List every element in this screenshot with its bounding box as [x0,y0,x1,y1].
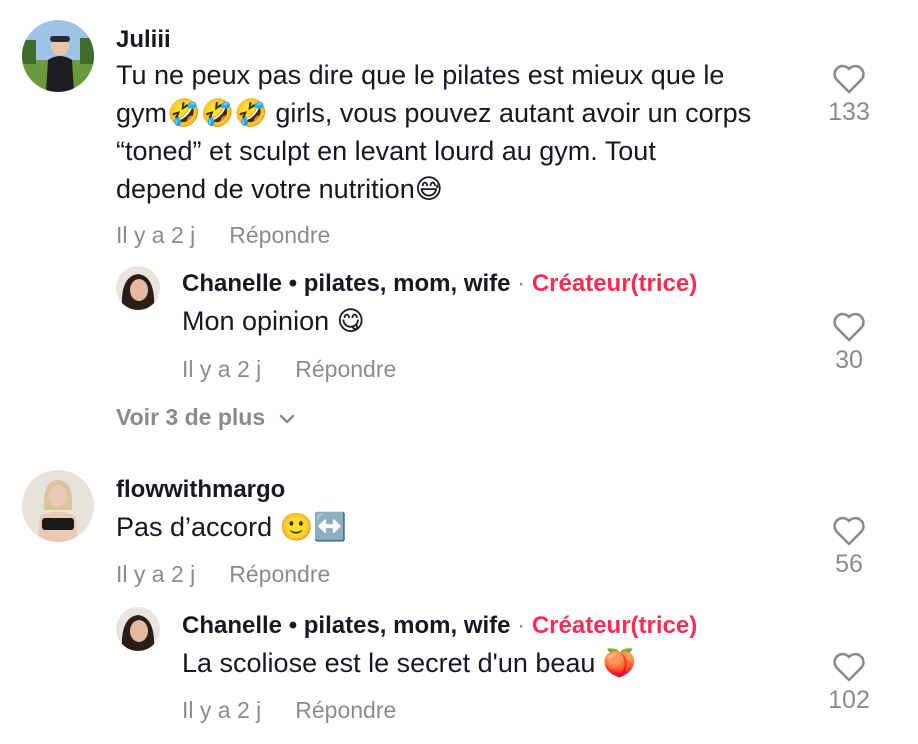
like-count: 102 [828,686,870,714]
avatar[interactable] [22,20,94,92]
comment-meta: Il y a 2 j Répondre [116,222,330,249]
comment-text: Tu ne peux pas dire que le pilates est m… [116,56,816,208]
reply-author[interactable]: Chanelle • pilates, mom, wife [182,270,511,297]
view-more-replies-button[interactable]: Voir 3 de plus [116,404,296,431]
reply-button[interactable]: Répondre [295,356,396,382]
comment-line: gym🤣🤣🤣 girls, vous pouvez autant avoir u… [116,98,752,128]
comment-username[interactable]: Juliii [116,26,171,54]
reply-text: La scoliose est le secret d'un beau 🍑 [182,648,637,678]
creator-badge: Créateur(trice) [531,270,698,297]
separator-dot: · [517,270,526,297]
like-count: 133 [828,98,870,126]
heart-outline-icon[interactable] [832,652,866,682]
heart-outline-icon[interactable] [832,64,866,94]
heart-outline-icon[interactable] [832,516,866,546]
like-count: 56 [835,550,863,578]
reply-button[interactable]: Répondre [295,697,396,723]
like-count: 30 [835,346,863,374]
comment-username[interactable]: flowwithmargo [116,476,285,504]
like-button[interactable]: 102 [814,652,884,715]
avatar[interactable] [22,470,94,542]
reply-time: Il y a 2 j [182,697,262,723]
avatar[interactable] [116,607,160,651]
reply-username: Chanelle • pilates, mom, wife · Créateur… [182,612,697,640]
heart-outline-icon[interactable] [832,312,866,342]
reply-button[interactable]: Répondre [229,561,330,587]
comment-time: Il y a 2 j [116,222,196,248]
reply-time: Il y a 2 j [182,356,262,382]
reply-author[interactable]: Chanelle • pilates, mom, wife [182,612,511,639]
like-button[interactable]: 133 [814,64,884,127]
comment-line: depend de votre nutrition😅 [116,174,443,204]
reply-username: Chanelle • pilates, mom, wife · Créateur… [182,270,697,298]
comment-line: “toned” et sculpt en levant lourd au gym… [116,136,656,166]
comment-time: Il y a 2 j [116,561,196,587]
avatar[interactable] [116,266,160,310]
reply-meta: Il y a 2 j Répondre [182,356,396,383]
like-button[interactable]: 30 [814,312,884,375]
separator-dot: · [517,612,526,639]
view-more-label: Voir 3 de plus [116,404,266,430]
creator-badge: Créateur(trice) [531,612,698,639]
comment-meta: Il y a 2 j Répondre [116,561,330,588]
reply-button[interactable]: Répondre [229,222,330,248]
chevron-down-icon [279,414,294,424]
comment-text: Pas d’accord 🙂↔️ [116,512,347,542]
reply-text: Mon opinion 😋 [182,306,365,336]
reply-meta: Il y a 2 j Répondre [182,697,396,724]
like-button[interactable]: 56 [814,516,884,579]
comment-line: Tu ne peux pas dire que le pilates est m… [116,60,725,90]
